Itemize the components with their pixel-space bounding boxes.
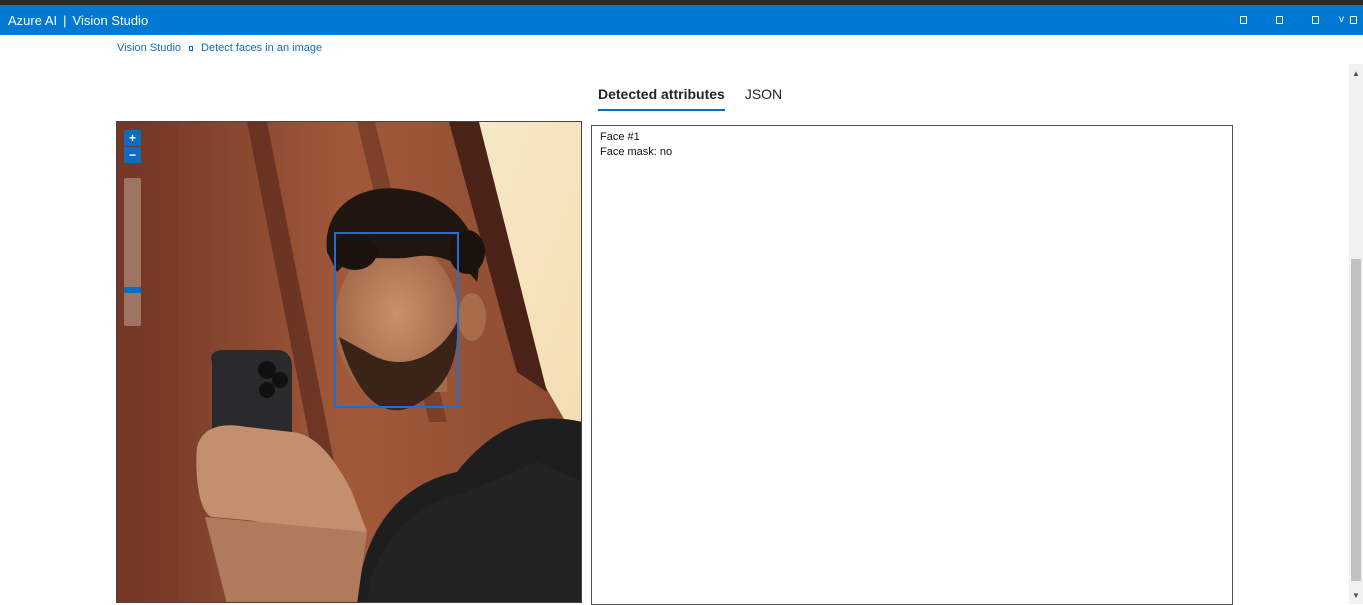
window-icon [1275,16,1283,24]
result-tabs: Detected attributes JSON [598,86,782,111]
breadcrumb-detect-faces[interactable]: Detect faces in an image [201,42,322,54]
app-header: Azure AI | Vision Studio v [0,5,1363,35]
image-viewer[interactable]: + − [116,121,582,603]
detected-attributes-panel: Face #1 Face mask: no [591,125,1233,605]
zoom-slider-thumb[interactable] [124,287,141,294]
zoom-in-button[interactable]: + [124,130,141,146]
breadcrumb: Vision Studio Detect faces in an image [117,42,322,54]
window-icon [1239,16,1247,24]
header-button-4[interactable]: v [1333,5,1363,35]
scroll-up-arrow-icon[interactable]: ▲ [1349,66,1363,80]
brand-name: Azure AI [8,12,58,28]
scroll-down-arrow-icon[interactable]: ▼ [1349,588,1363,602]
tab-json[interactable]: JSON [745,86,782,111]
zoom-slider[interactable] [124,178,141,326]
product-name: Vision Studio [72,12,149,28]
brand-separator: | [63,12,67,28]
header-button-3[interactable] [1297,5,1333,35]
scrollbar-thumb[interactable] [1351,259,1361,581]
app-title[interactable]: Azure AI | Vision Studio [0,13,148,28]
face-mask-attribute: Face mask: no [600,146,673,158]
zoom-out-button[interactable]: − [124,147,141,163]
page-scrollbar[interactable]: ▲ ▼ [1349,64,1363,604]
window-icon [1311,16,1319,24]
breadcrumb-separator-icon [189,45,194,51]
face-title: Face #1 [600,131,640,143]
window-icon [1350,16,1357,24]
tab-detected-attributes[interactable]: Detected attributes [598,86,725,111]
header-button-2[interactable] [1261,5,1297,35]
breadcrumb-vision-studio[interactable]: Vision Studio [117,42,181,54]
chevron-down-icon: v [1339,14,1344,25]
header-button-1[interactable] [1225,5,1261,35]
header-actions: v [1225,5,1363,35]
face-bounding-box[interactable] [334,232,459,408]
